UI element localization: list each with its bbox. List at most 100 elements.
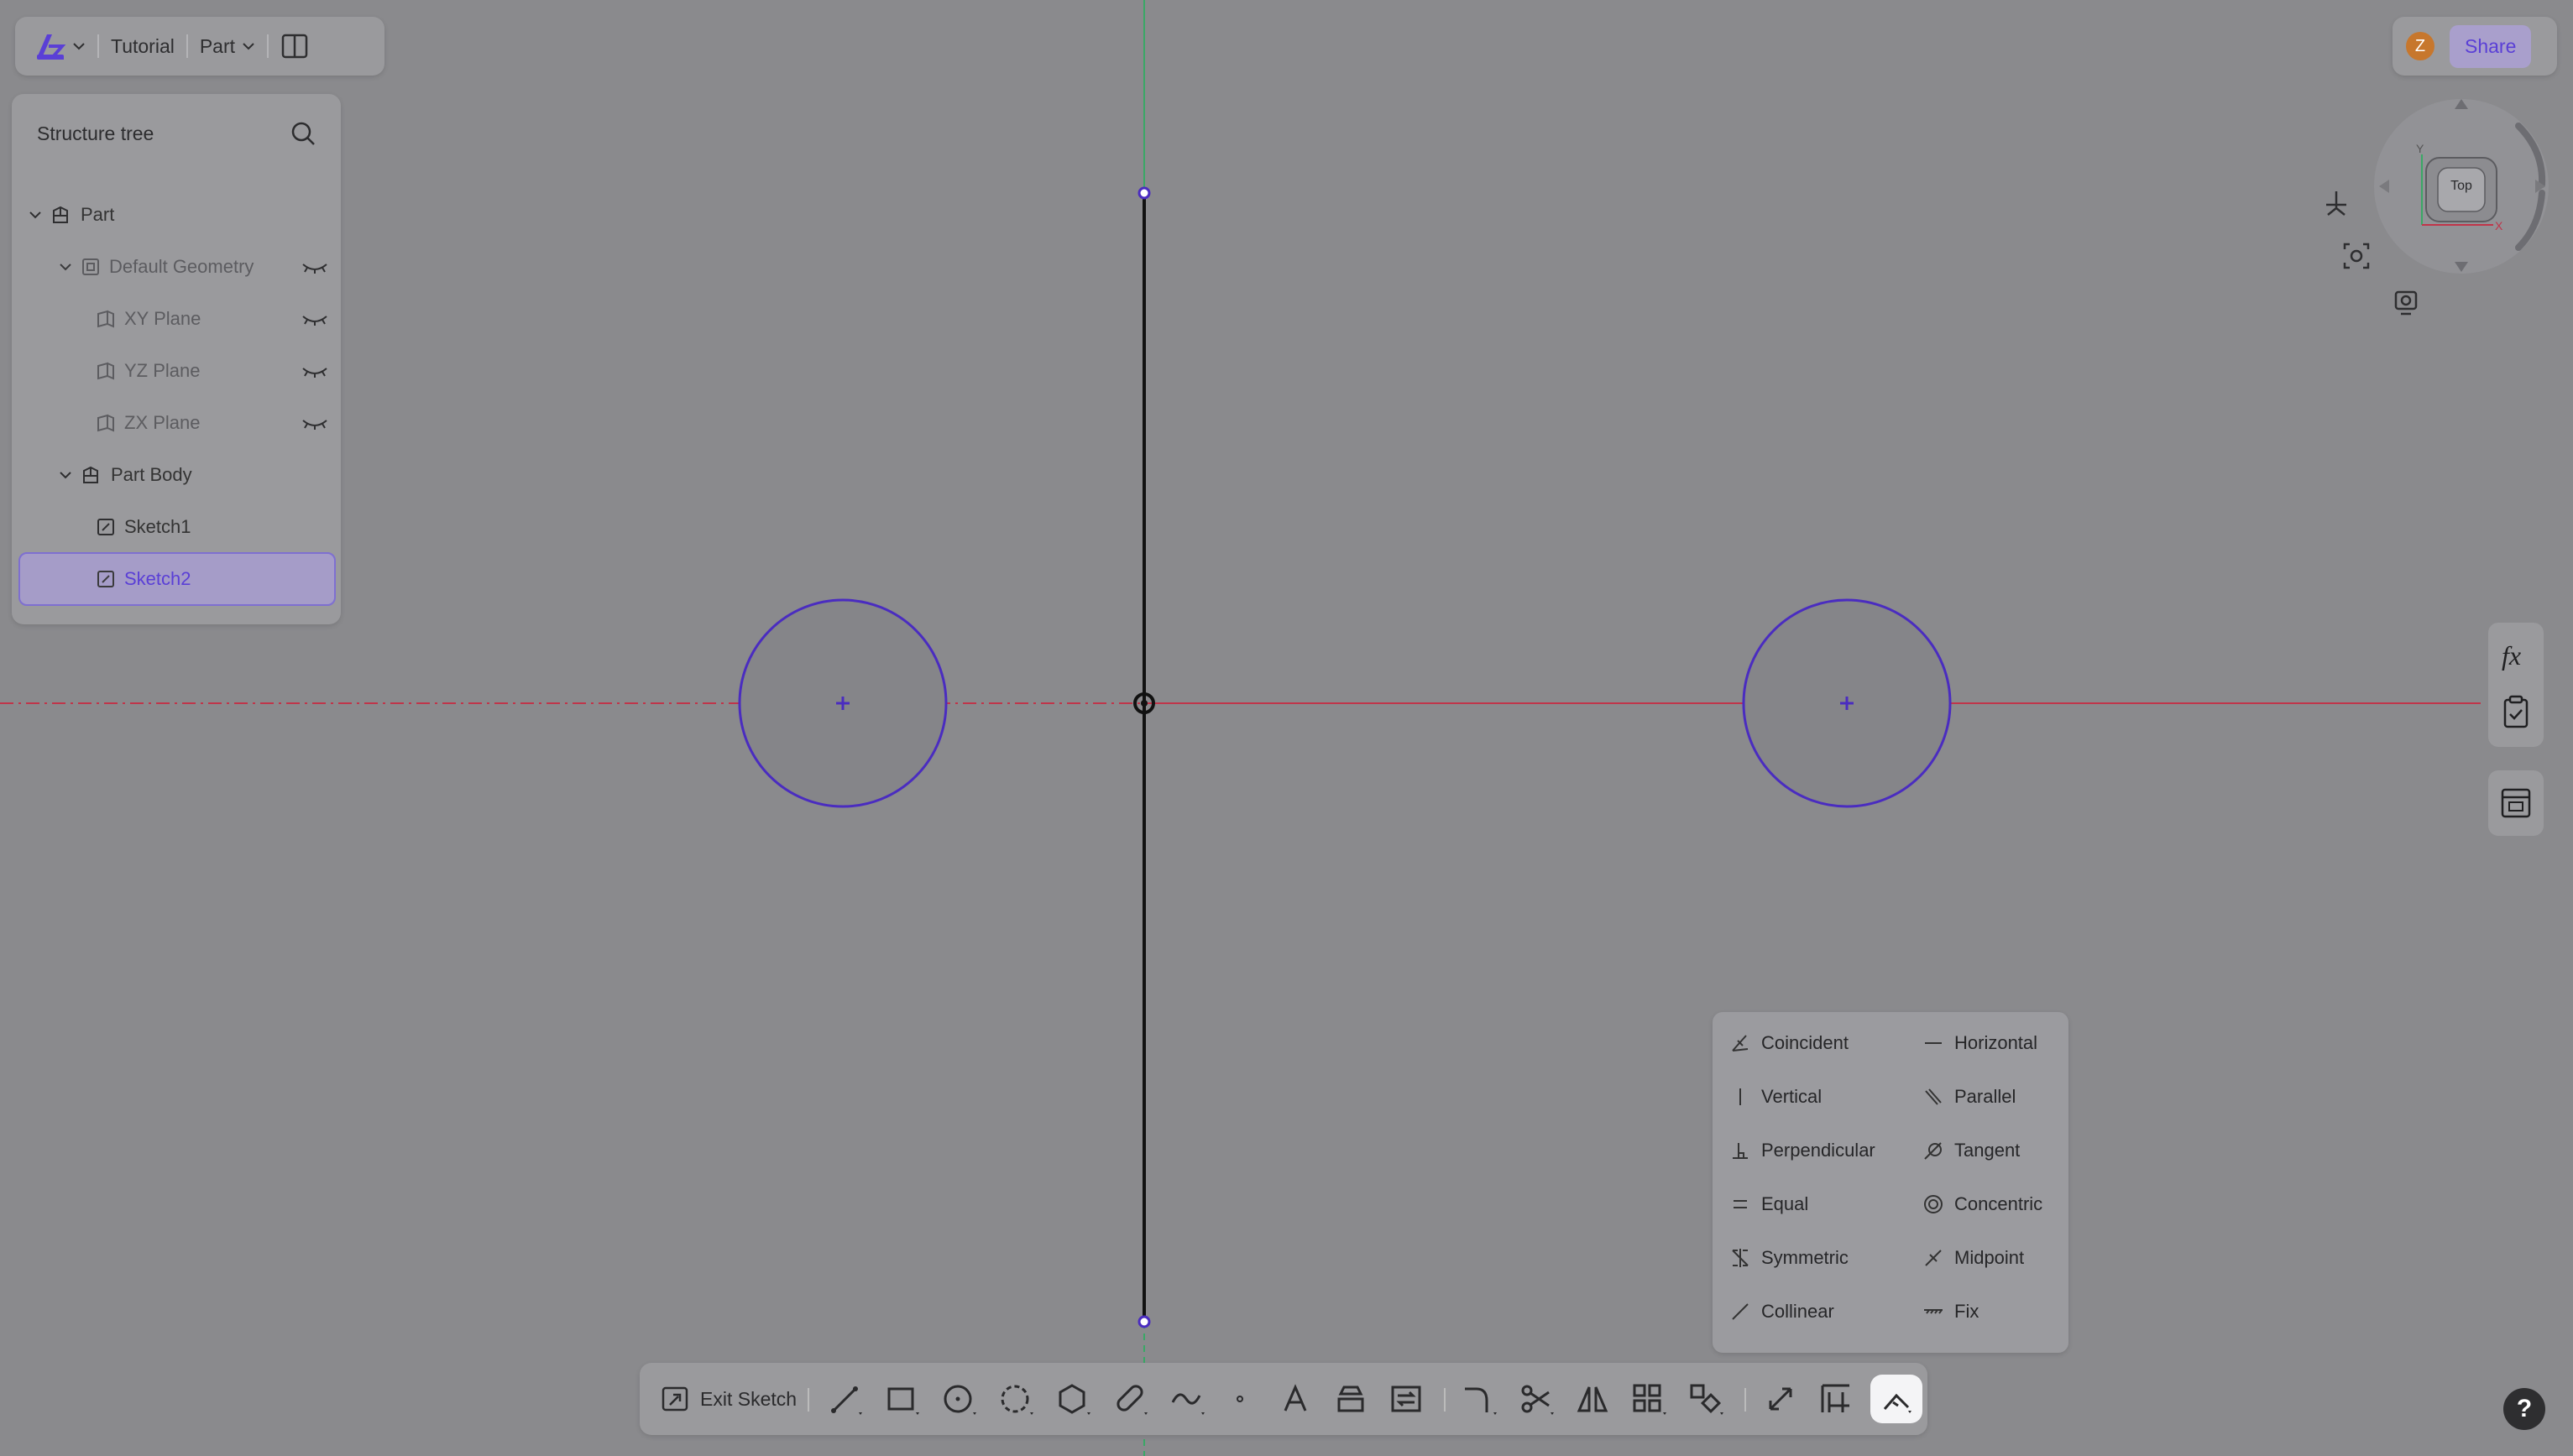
constraint-midpoint[interactable]: Midpoint (1921, 1247, 2024, 1269)
svg-text:fx: fx (2502, 640, 2521, 671)
vertical-icon (1739, 1088, 1741, 1105)
search-icon[interactable] (289, 119, 317, 148)
spline-tool[interactable] (1167, 1378, 1209, 1420)
eye-closed-icon[interactable] (301, 415, 329, 431)
geometry-group-icon (82, 258, 99, 275)
constraint-label: Coincident (1761, 1032, 1849, 1053)
tree-item-default-geometry[interactable]: Default Geometry (59, 242, 327, 292)
tree-item-sketch2[interactable]: Sketch2 (18, 552, 336, 606)
constraint-vertical[interactable]: Vertical (1728, 1086, 1822, 1108)
toolbar-divider (1444, 1388, 1446, 1412)
mirror-tool[interactable] (1572, 1378, 1613, 1420)
toolbar-divider (808, 1388, 809, 1412)
tree-item-label: ZX Plane (124, 412, 201, 433)
fillet-tool[interactable] (1459, 1378, 1501, 1420)
constraint-label: Perpendicular (1761, 1140, 1875, 1161)
exit-sketch-label: Exit Sketch (700, 1387, 798, 1410)
polygon-tool[interactable] (1053, 1378, 1095, 1420)
constraint-perpendicular[interactable]: Perpendicular (1728, 1140, 1875, 1161)
polygon-icon (1059, 1384, 1090, 1415)
constraints-tool[interactable] (1870, 1375, 1922, 1423)
help-button[interactable]: ? (2503, 1388, 2545, 1430)
constraint-equal[interactable]: Equal (1728, 1193, 1808, 1215)
panel-toggle-icon[interactable] (280, 33, 309, 60)
chevron-down-icon[interactable] (59, 470, 72, 480)
auto-dimension-icon (1821, 1384, 1849, 1412)
tree-item-sketch1[interactable]: Sketch1 (96, 502, 327, 552)
tree-item-label: Default Geometry (109, 256, 254, 277)
constraint-parallel[interactable]: Parallel (1921, 1086, 2016, 1108)
constraint-label: Symmetric (1761, 1247, 1849, 1268)
collinear-icon (1732, 1303, 1749, 1320)
constraint-coincident[interactable]: Coincident (1728, 1032, 1849, 1054)
avatar[interactable]: Z (2406, 32, 2434, 60)
right-tools-group-2 (2488, 770, 2544, 836)
constraint-label: Collinear (1761, 1301, 1834, 1322)
constraint-collinear[interactable]: Collinear (1728, 1301, 1834, 1323)
arc-tool[interactable] (996, 1378, 1038, 1420)
slot-tool[interactable] (1110, 1378, 1152, 1420)
tree-item-label: Part (81, 204, 115, 225)
formula-icon[interactable]: fx (2495, 634, 2537, 676)
convert-tool[interactable] (1385, 1378, 1427, 1420)
fix-icon (1924, 1309, 1943, 1314)
mode-dropdown[interactable]: Part (200, 35, 255, 58)
origin-dot (1141, 700, 1148, 707)
document-name[interactable]: Tutorial (111, 35, 175, 58)
coincident-icon (1732, 1035, 1749, 1052)
table-icon[interactable] (2495, 782, 2537, 824)
tree-item-xy-plane[interactable]: XY Plane (96, 294, 327, 344)
structure-tree-title: Structure tree (37, 123, 154, 144)
eye-closed-icon[interactable] (301, 363, 329, 378)
transform-tool[interactable] (1686, 1378, 1728, 1420)
sketch-icon (97, 571, 114, 587)
chevron-down-icon[interactable] (59, 262, 72, 272)
constraint-tangent[interactable]: Tangent (1921, 1140, 2020, 1161)
line-endpoint-bottom[interactable] (1137, 1315, 1151, 1328)
circle-tool[interactable] (939, 1378, 981, 1420)
constraint-symmetric[interactable]: Symmetric (1728, 1247, 1849, 1269)
project-icon (1337, 1386, 1364, 1412)
constraint-horizontal[interactable]: Horizontal (1921, 1032, 2037, 1054)
project-tool[interactable] (1330, 1378, 1372, 1420)
cube-axis-x-label: X (2495, 219, 2503, 232)
right-tools-group: fx (2488, 623, 2544, 747)
display-mode-icon[interactable] (2389, 285, 2423, 319)
parallel-icon (1925, 1088, 1942, 1105)
part-icon (53, 206, 68, 223)
tree-item-part[interactable]: Part (29, 190, 327, 240)
chevron-down-icon[interactable] (29, 210, 42, 220)
trim-tool[interactable] (1516, 1378, 1558, 1420)
rectangle-icon (887, 1387, 919, 1415)
tree-item-part-body[interactable]: Part Body (59, 450, 327, 500)
concentric-icon (1924, 1195, 1943, 1213)
pattern-tool[interactable] (1629, 1378, 1671, 1420)
constraint-fix[interactable]: Fix (1921, 1301, 1979, 1323)
auto-dimension-tool[interactable] (1815, 1378, 1857, 1420)
share-button[interactable]: Share (2450, 24, 2532, 68)
fit-view-icon[interactable] (2340, 239, 2373, 273)
view-navigator[interactable]: Y X Top (2367, 92, 2560, 294)
plane-icon (97, 414, 114, 432)
spline-icon (1171, 1393, 1205, 1415)
perspective-icon[interactable] (2319, 186, 2353, 220)
view-cube-label: Top (2450, 179, 2472, 193)
plane-icon (97, 310, 114, 328)
point-tool[interactable] (1219, 1378, 1261, 1420)
line-icon (831, 1386, 862, 1415)
tree-item-zx-plane[interactable]: ZX Plane (96, 398, 327, 448)
structure-tree-panel: Structure tree Part Default Geometry XY … (12, 94, 341, 624)
constraint-concentric[interactable]: Concentric (1921, 1193, 2042, 1215)
line-tool[interactable] (824, 1378, 866, 1420)
text-tool[interactable] (1274, 1378, 1316, 1420)
sketch-canvas[interactable] (0, 0, 2573, 1456)
eye-closed-icon[interactable] (301, 311, 329, 326)
eye-closed-icon[interactable] (301, 259, 329, 274)
app-logo-menu[interactable] (34, 31, 86, 61)
exit-sketch-button[interactable]: Exit Sketch (660, 1378, 797, 1420)
line-endpoint-top[interactable] (1137, 186, 1151, 200)
dimension-tool[interactable] (1760, 1378, 1802, 1420)
rectangle-tool[interactable] (881, 1378, 923, 1420)
tree-item-yz-plane[interactable]: YZ Plane (96, 346, 327, 396)
checklist-icon[interactable] (2495, 691, 2537, 733)
